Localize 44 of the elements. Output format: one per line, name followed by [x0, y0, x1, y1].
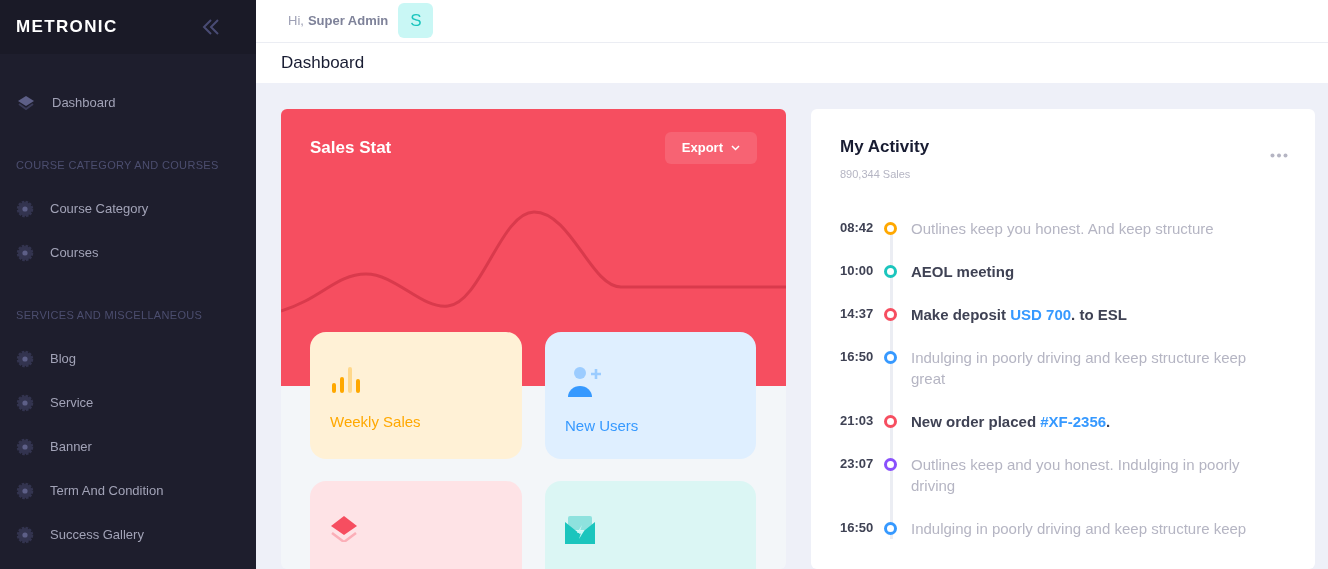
- sidebar-item[interactable]: Term And Condition: [0, 469, 256, 513]
- tile-label: New Users: [565, 416, 640, 436]
- section-heading: SERVICES AND MISCELLANEOUS: [15, 307, 204, 323]
- activity-time: 21:03: [840, 412, 875, 430]
- activity-text: Indulging in poorly driving and keep structure keep: [911, 519, 1247, 539]
- activity-text: AEOL meeting: [911, 262, 1015, 282]
- card-title: My Activity: [840, 136, 930, 158]
- user-name[interactable]: Super Admin: [307, 11, 389, 31]
- section-heading: COURSE CATEGORY AND COURSES: [15, 157, 220, 173]
- gear-icon: [16, 244, 34, 262]
- activity-text: Outlines keep you honest. And keep structure: [911, 219, 1214, 239]
- activity-text: Make deposit USD 700. to ESL: [911, 305, 1127, 325]
- layers-icon: [16, 93, 36, 113]
- brand-logo[interactable]: METRONIC: [16, 14, 118, 40]
- activity-time: 10:00: [840, 262, 875, 280]
- gear-icon: [16, 200, 34, 218]
- page-title: Dashboard: [281, 52, 365, 75]
- collapse-icon[interactable]: [202, 19, 220, 35]
- activity-time: 14:37: [840, 305, 875, 323]
- sidebar-item[interactable]: Courses: [0, 231, 256, 275]
- tile-label: Weekly Sales: [330, 412, 422, 432]
- greeting-text: Hi,: [288, 12, 304, 31]
- sales-count: 890,344 Sales: [840, 166, 912, 182]
- activity-time: 08:42: [840, 219, 875, 237]
- gear-icon: [16, 482, 34, 500]
- activity-time: 23:07: [840, 455, 875, 473]
- sidebar-item[interactable]: Course Category: [0, 187, 256, 231]
- sidebar-item[interactable]: Blog: [0, 337, 256, 381]
- sidebar-item[interactable]: Success Gallery: [0, 513, 256, 557]
- sidebar-item[interactable]: Dashboard: [0, 81, 256, 125]
- activity-text: New order placed #XF-2356.: [911, 412, 1111, 432]
- gear-icon: [16, 438, 34, 456]
- chevron-down-icon: [731, 145, 740, 151]
- more-options-icon[interactable]: [1270, 153, 1288, 158]
- activity-time: 16:50: [840, 348, 875, 366]
- activity-time: 16:50: [840, 519, 875, 537]
- sidebar-item[interactable]: Service: [0, 381, 256, 425]
- gear-icon: [16, 394, 34, 412]
- gear-icon: [16, 350, 34, 368]
- activity-text: Indulging in poorly driving and keep structure keep great: [911, 348, 1248, 389]
- gear-icon: [16, 526, 34, 544]
- card-title: Sales Stat: [310, 137, 392, 160]
- sidebar-item[interactable]: Banner: [0, 425, 256, 469]
- activity-text: Outlines keep and you honest. Indulging in poorly driving: [911, 455, 1241, 496]
